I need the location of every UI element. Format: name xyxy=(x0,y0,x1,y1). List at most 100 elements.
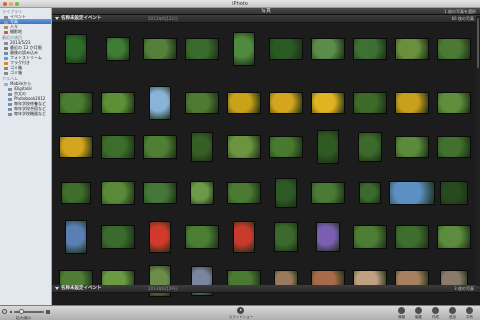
share-button[interactable]: 共有 xyxy=(462,307,477,320)
photo-thumbnail[interactable] xyxy=(185,38,219,60)
photo-thumbnail[interactable] xyxy=(317,130,339,164)
photo-thumbnail[interactable] xyxy=(143,135,177,159)
photo-thumbnail[interactable] xyxy=(233,32,255,66)
search-icon[interactable] xyxy=(2,309,7,314)
toolbar-button-label: 作成 xyxy=(432,315,439,319)
photo-thumbnail[interactable] xyxy=(149,86,171,120)
toolbar-button-label: 情報 xyxy=(398,315,405,319)
add-button[interactable]: 追加 xyxy=(445,307,460,320)
zoom-in-icon[interactable] xyxy=(46,310,50,314)
create-icon xyxy=(432,307,439,314)
photo-thumbnail[interactable] xyxy=(274,222,298,252)
slideshow-label: スライドショー xyxy=(228,315,254,319)
toolbar-button-label: 編集 xyxy=(415,315,422,319)
photo-thumbnail[interactable] xyxy=(437,38,471,60)
photo-thumbnail[interactable] xyxy=(101,225,135,249)
photo-thumbnail[interactable] xyxy=(59,136,93,158)
photo-thumbnail[interactable] xyxy=(233,221,255,253)
add-icon xyxy=(449,307,456,314)
photo-thumbnail[interactable] xyxy=(353,92,387,114)
info-button[interactable]: 情報 xyxy=(394,307,409,320)
disclosure-triangle-icon[interactable] xyxy=(55,17,59,20)
toolbar-button-label: 共有 xyxy=(466,315,473,319)
scrollbar-thumb[interactable] xyxy=(477,18,479,68)
photo-thumbnail[interactable] xyxy=(395,136,429,158)
event-photo-count: 66 枚の写真 xyxy=(451,16,474,21)
toolbar-button-label: 追加 xyxy=(449,315,456,319)
event-date: 2013年6月29日 xyxy=(148,286,178,291)
sidebar-item-album[interactable]: 毎年学校機器など xyxy=(0,111,51,116)
slideshow-button[interactable]: スライドショー xyxy=(226,307,256,320)
photo-thumbnail[interactable] xyxy=(101,181,135,205)
photo-thumbnail[interactable] xyxy=(185,225,219,249)
create-button[interactable]: 作成 xyxy=(428,307,443,320)
album-list: Mobileから iDigitalal 京太の Photobook2012 毎年学校修養… xyxy=(0,81,51,116)
album-icon xyxy=(8,112,12,116)
photo-thumbnail[interactable] xyxy=(358,132,382,162)
window-title: iPhoto xyxy=(232,1,248,7)
info-icon xyxy=(398,307,405,314)
photo-thumbnail[interactable] xyxy=(101,135,135,159)
photo-thumbnail[interactable] xyxy=(185,92,219,114)
photo-thumbnail[interactable] xyxy=(311,38,345,60)
photo-thumbnail[interactable] xyxy=(61,182,91,204)
photo-thumbnail[interactable] xyxy=(437,136,471,158)
sidebar-item-library[interactable]: 撮影地 xyxy=(0,29,51,34)
photo-thumbnail[interactable] xyxy=(106,37,130,61)
event-title: 名称未設定イベント xyxy=(61,16,102,21)
photo-thumbnail[interactable] xyxy=(437,92,471,114)
photo-thumbnail[interactable] xyxy=(353,225,387,249)
event-title: 名称未設定イベント xyxy=(61,286,102,291)
photo-thumbnail[interactable] xyxy=(65,220,87,254)
event-header[interactable]: 名称未設定イベント 2013年6月22日 66 枚の写真 xyxy=(52,15,480,23)
photo-thumbnail[interactable] xyxy=(269,92,303,114)
edit-icon xyxy=(415,307,422,314)
photo-thumbnail[interactable] xyxy=(269,136,303,158)
photo-thumbnail[interactable] xyxy=(395,38,429,60)
photo-thumbnail[interactable] xyxy=(191,132,213,162)
photo-thumbnail[interactable] xyxy=(316,222,340,252)
event-photo-count: 3 枚の写真 xyxy=(454,286,474,291)
photo-thumbnail[interactable] xyxy=(190,181,214,205)
photo-thumbnail[interactable] xyxy=(437,225,471,249)
recent-list: 2013/5/23 最近の 12 か月間 最後の読み込み フォトストリーム フラグ付きゴ… xyxy=(0,40,51,75)
zoom-out-icon[interactable] xyxy=(10,311,12,313)
photo-browser-header: 写真 1 枚の写真を選択 xyxy=(52,8,480,15)
photo-thumbnail[interactable] xyxy=(65,34,87,64)
photo-thumbnail[interactable] xyxy=(101,92,135,114)
zoom-label: 拡大/縮小 xyxy=(16,316,32,320)
photo-thumbnail[interactable] xyxy=(389,181,435,205)
photo-thumbnail[interactable] xyxy=(143,182,177,204)
photo-thumbnail[interactable] xyxy=(227,135,261,159)
places-icon xyxy=(4,30,8,34)
library-list: イベント 写真 人々 撮影地 xyxy=(0,14,51,34)
photo-thumbnail[interactable] xyxy=(353,38,387,60)
photo-thumbnail[interactable] xyxy=(59,92,93,114)
photo-thumbnail[interactable] xyxy=(395,92,429,114)
photo-thumbnail[interactable] xyxy=(311,92,345,114)
photo-thumbnail[interactable] xyxy=(275,178,297,208)
photo-thumbnail[interactable] xyxy=(395,225,429,249)
vertical-scrollbar[interactable] xyxy=(476,16,480,286)
event-header[interactable]: 名称未設定イベント 2013年6月29日 3 枚の写真 xyxy=(52,285,480,293)
photo-thumbnail[interactable] xyxy=(440,181,468,205)
photo-thumbnail[interactable] xyxy=(143,38,177,60)
disclosure-triangle-icon[interactable] xyxy=(55,287,59,290)
event-date: 2013年6月22日 xyxy=(148,16,178,21)
page-title: 写真 xyxy=(260,8,271,14)
zoom-slider-knob[interactable] xyxy=(18,309,24,314)
sidebar-item-label: 毎年学校機器など xyxy=(14,111,46,116)
photo-thumbnail[interactable] xyxy=(311,182,345,204)
photo-browser: 写真 1 枚の写真を選択 名称未設定イベント 2013年6月22日 66 枚の写… xyxy=(52,8,480,305)
edit-button[interactable]: 編集 xyxy=(411,307,426,320)
sidebar-item-label: 撮影地 xyxy=(10,29,22,34)
sidebar-item-recent[interactable]: ゴミ箱 xyxy=(0,70,51,75)
photo-thumbnail[interactable] xyxy=(227,92,261,114)
photo-grid xyxy=(52,24,480,297)
photo-thumbnail[interactable] xyxy=(359,182,381,204)
play-icon xyxy=(237,307,244,314)
photo-thumbnail[interactable] xyxy=(227,182,261,204)
share-icon xyxy=(466,307,473,314)
photo-thumbnail[interactable] xyxy=(149,221,171,253)
photo-thumbnail[interactable] xyxy=(269,38,303,60)
